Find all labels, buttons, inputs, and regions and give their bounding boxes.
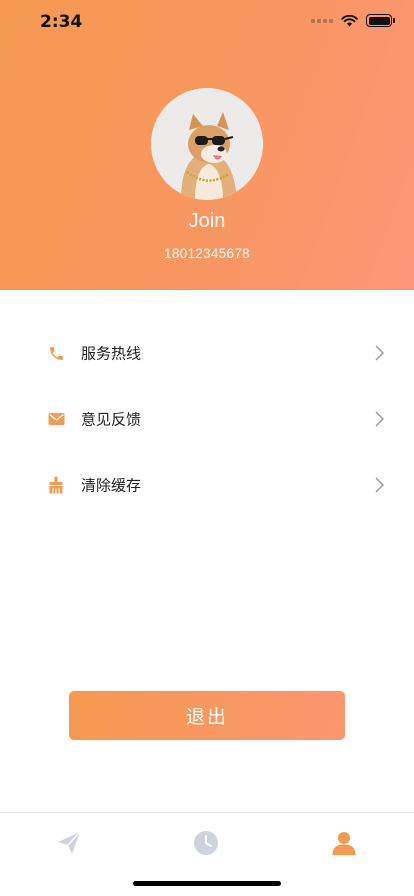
cellular-signal-icon bbox=[311, 18, 333, 23]
mail-icon bbox=[46, 409, 66, 429]
status-bar: 2:34 bbox=[0, 0, 414, 44]
menu-item-label: 意见反馈 bbox=[81, 411, 142, 429]
menu-item-label: 服务热线 bbox=[81, 345, 142, 363]
paper-plane-icon bbox=[58, 831, 81, 854]
tab-profile[interactable] bbox=[330, 829, 358, 857]
shiba-dog-avatar-image bbox=[151, 88, 263, 200]
profile-screen: 2:34 Join 18012345678 服务热线 意见反馈 清除缓存 退出 bbox=[0, 0, 414, 896]
home-indicator bbox=[133, 881, 281, 886]
tab-send[interactable] bbox=[55, 829, 83, 857]
broom-icon bbox=[46, 475, 66, 495]
wifi-icon bbox=[341, 14, 358, 26]
chevron-right-icon bbox=[375, 477, 384, 493]
menu-item-feedback[interactable]: 意见反馈 bbox=[0, 386, 414, 452]
menu-item-hotline[interactable]: 服务热线 bbox=[0, 320, 414, 386]
tab-history[interactable] bbox=[192, 829, 220, 857]
logout-button[interactable]: 退出 bbox=[69, 691, 345, 740]
status-icons bbox=[311, 14, 395, 27]
chevron-right-icon bbox=[375, 411, 384, 427]
phone-number: 18012345678 bbox=[164, 246, 250, 261]
status-time: 2:34 bbox=[40, 12, 83, 32]
settings-menu: 服务热线 意见反馈 清除缓存 bbox=[0, 320, 414, 518]
chevron-right-icon bbox=[375, 345, 384, 361]
battery-icon bbox=[366, 14, 395, 27]
menu-item-label: 清除缓存 bbox=[81, 477, 142, 495]
phone-icon bbox=[46, 343, 66, 363]
profile-header: 2:34 Join 18012345678 bbox=[0, 0, 414, 290]
person-icon bbox=[332, 832, 356, 855]
menu-item-clear-cache[interactable]: 清除缓存 bbox=[0, 452, 414, 518]
avatar[interactable] bbox=[151, 88, 263, 200]
username: Join bbox=[188, 210, 226, 232]
clock-icon bbox=[194, 831, 218, 855]
